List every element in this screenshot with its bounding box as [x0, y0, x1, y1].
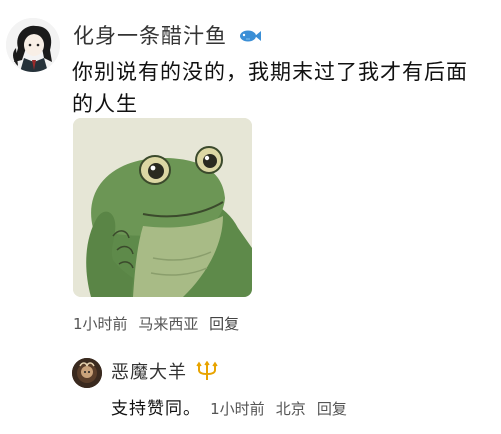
comment-location: 马来西亚 — [138, 315, 199, 333]
reply-time: 1小时前 — [210, 400, 265, 418]
frog-illustration — [73, 118, 252, 297]
comment-time: 1小时前 — [73, 315, 128, 333]
avatar-illustration — [6, 18, 60, 72]
comment-thread: 化身一条醋汁鱼 你别说有的没的，我期末过了我才有后面的人生 1小时前 马来西亚 … — [0, 0, 501, 434]
comment-meta: 1小时前 马来西亚 回复 — [73, 313, 245, 334]
avatar[interactable] — [6, 18, 60, 72]
reply-content: 支持赞同。 1小时前 北京 回复 — [111, 394, 353, 419]
reply-avatar[interactable] — [72, 358, 102, 388]
comment-username-text[interactable]: 化身一条醋汁鱼 — [73, 24, 227, 48]
comment-username[interactable]: 化身一条醋汁鱼 — [73, 20, 261, 50]
trident-icon — [196, 360, 218, 386]
reply-button[interactable]: 回复 — [209, 315, 239, 333]
thinking-frog-sticker[interactable] — [73, 118, 252, 297]
reply-username[interactable]: 恶魔大羊 — [111, 358, 218, 386]
reply-location: 北京 — [275, 400, 306, 418]
reply-text: 支持赞同。 — [111, 399, 201, 419]
fish-icon — [237, 25, 261, 49]
reply-username-text[interactable]: 恶魔大羊 — [111, 362, 187, 383]
reply-avatar-illustration — [72, 358, 102, 388]
comment-text: 你别说有的没的，我期末过了我才有后面的人生 — [72, 60, 468, 116]
reply-reply-button[interactable]: 回复 — [317, 400, 347, 418]
